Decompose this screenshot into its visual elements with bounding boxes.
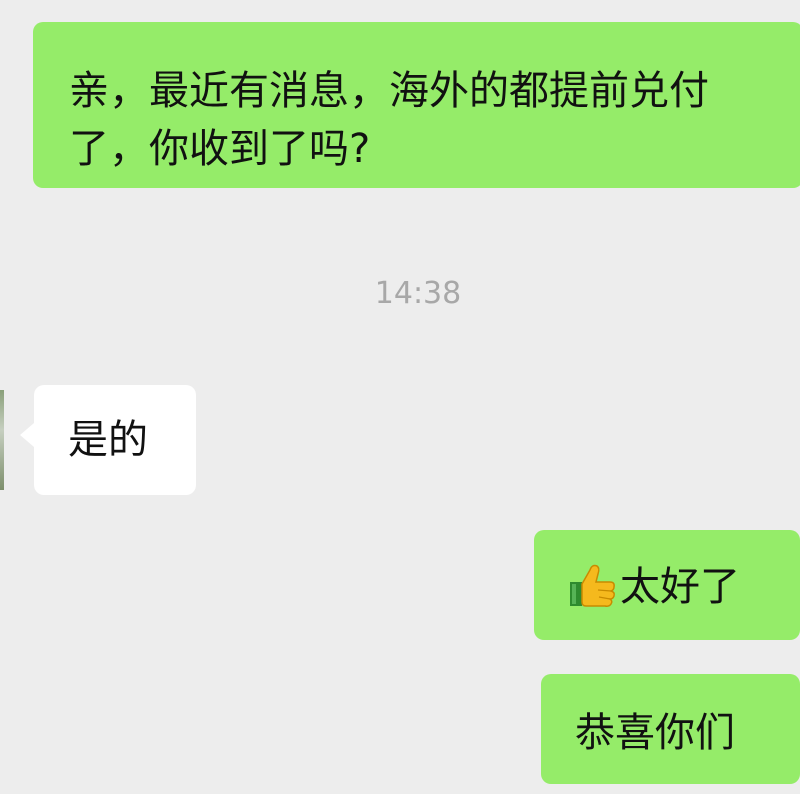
bubble-tail — [20, 423, 34, 447]
message-bubble-sent[interactable]: 恭喜你们 — [541, 674, 800, 784]
thumbs-up-icon — [568, 560, 618, 624]
message-bubble-received[interactable]: 是的 — [20, 385, 196, 495]
message-bubble-sent[interactable]: 亲，最近有消息，海外的都提前兑付了，你收到了吗? — [33, 22, 800, 188]
message-text: 是的 — [68, 417, 148, 463]
message-text: 太好了 — [620, 564, 740, 610]
message-bubble-sent[interactable]: 太好了 — [534, 530, 800, 640]
contact-avatar[interactable] — [0, 390, 4, 490]
message-text: 恭喜你们 — [575, 710, 735, 756]
message-text: 亲，最近有消息，海外的都提前兑付了，你收到了吗? — [69, 68, 709, 172]
message-timestamp: 14:38 — [374, 276, 462, 311]
